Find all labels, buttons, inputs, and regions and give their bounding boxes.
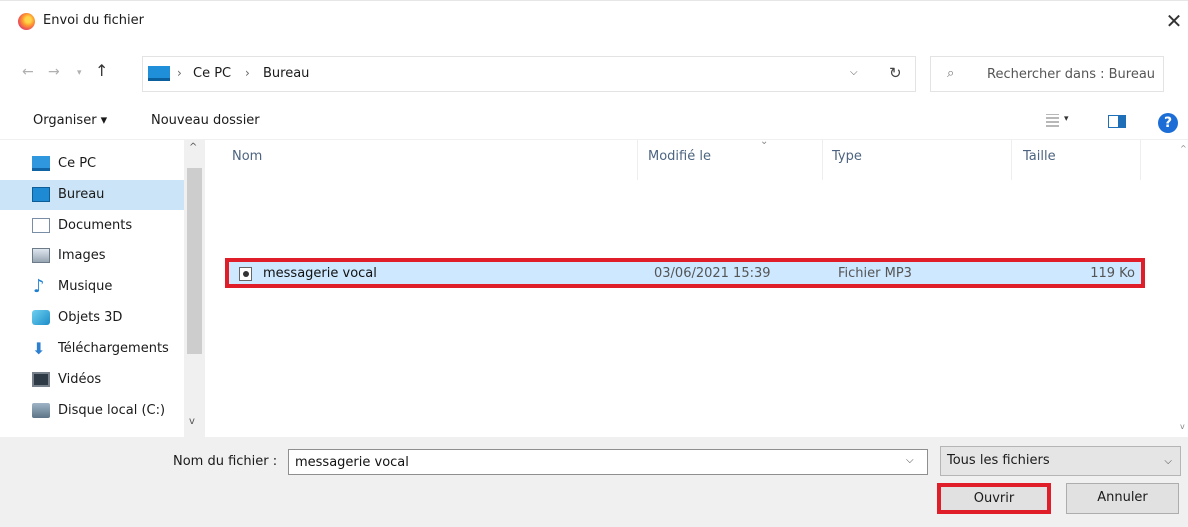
column-divider[interactable]: [1011, 140, 1012, 180]
dialog-footer: Nom du fichier : ⌵ Tous les fichiers ⌵ O…: [0, 437, 1188, 527]
search-placeholder: Rechercher dans : Bureau: [987, 67, 1156, 82]
sidebar-item-label: Disque local (C:): [58, 403, 166, 418]
column-divider[interactable]: [822, 140, 823, 180]
breadcrumb-separator: ›: [245, 66, 250, 80]
scroll-up-icon[interactable]: ^: [1180, 144, 1187, 153]
navigation-pane: Ce PC Bureau Documents Images Musique Ob…: [0, 140, 205, 437]
cancel-button[interactable]: Annuler: [1066, 483, 1179, 514]
music-icon: [32, 276, 50, 297]
scroll-down-icon[interactable]: v: [1180, 422, 1185, 431]
recent-locations-button[interactable]: ▾: [77, 68, 82, 78]
sidebar-item-videos[interactable]: Vidéos: [0, 365, 184, 395]
sidebar-item-objets-3d[interactable]: Objets 3D: [0, 303, 184, 333]
view-options-icon[interactable]: ▾: [1046, 114, 1072, 128]
file-list-scrollbar[interactable]: ^ v: [1180, 140, 1188, 437]
file-list: Nom ⌄ Modifié le Type Taille messagerie …: [205, 136, 1188, 437]
column-header-name[interactable]: Nom: [232, 149, 262, 164]
audio-file-icon: [239, 267, 252, 281]
sidebar-item-label: Téléchargements: [58, 341, 169, 356]
back-button[interactable]: ←: [22, 64, 34, 80]
filename-label: Nom du fichier :: [173, 454, 278, 469]
scrollbar-thumb[interactable]: [187, 168, 202, 354]
file-modified: 03/06/2021 15:39: [654, 266, 771, 281]
forward-button[interactable]: →: [48, 64, 60, 80]
column-header-modified[interactable]: Modifié le: [648, 149, 711, 164]
close-button[interactable]: ✕: [1160, 9, 1188, 35]
preview-pane-icon[interactable]: [1108, 115, 1126, 128]
column-header-size[interactable]: Taille: [1023, 149, 1056, 164]
search-input[interactable]: ⌕ Rechercher dans : Bureau: [930, 56, 1164, 92]
help-icon[interactable]: ?: [1158, 113, 1178, 133]
sidebar-item-label: Musique: [58, 279, 113, 294]
pc-icon: [148, 66, 170, 81]
sidebar-item-label: Ce PC: [58, 156, 97, 171]
file-type-select-value: Tous les fichiers: [947, 453, 1050, 468]
disk-icon: [32, 403, 50, 418]
scroll-down-icon[interactable]: v: [189, 416, 195, 427]
search-icon: ⌕: [947, 66, 955, 81]
sidebar-item-label: Vidéos: [58, 372, 102, 387]
command-bar: Organiser ▾ Nouveau dossier ▾ ?: [0, 104, 1188, 140]
window-title: Envoi du fichier: [43, 13, 144, 28]
sidebar-item-musique[interactable]: Musique: [0, 272, 184, 302]
column-divider[interactable]: [637, 140, 638, 180]
firefox-icon: [18, 13, 35, 30]
objects-3d-icon: [32, 310, 50, 325]
sidebar-scrollbar[interactable]: ^ v: [184, 140, 205, 437]
chevron-down-icon[interactable]: ⌵: [850, 67, 858, 78]
sidebar-item-bureau[interactable]: Bureau: [0, 180, 184, 210]
sidebar-item-label: Documents: [58, 218, 133, 233]
address-bar: ← → ▾ ↑ › Ce PC › Bureau ⌵ ↻ ⌕ Recherche…: [0, 56, 1188, 92]
table-row[interactable]: messagerie vocal 03/06/2021 15:39 Fichie…: [225, 258, 1145, 288]
breadcrumb[interactable]: › Ce PC › Bureau ⌵ ↻: [142, 56, 916, 92]
column-divider[interactable]: [1140, 140, 1141, 180]
sidebar-item-disque-local[interactable]: Disque local (C:): [0, 396, 184, 426]
refresh-icon[interactable]: ↻: [889, 64, 902, 82]
pc-icon: [32, 156, 50, 171]
sort-chevron-icon: ⌄: [760, 136, 769, 147]
file-type-select[interactable]: Tous les fichiers ⌵: [940, 446, 1181, 476]
open-button[interactable]: Ouvrir: [937, 483, 1051, 514]
new-folder-button[interactable]: Nouveau dossier: [151, 113, 260, 128]
downloads-icon: [32, 339, 50, 358]
sidebar-item-label: Bureau: [58, 187, 105, 202]
up-button[interactable]: ↑: [95, 61, 108, 80]
sidebar-item-label: Objets 3D: [58, 310, 123, 325]
sidebar-item-images[interactable]: Images: [0, 241, 184, 271]
sidebar-item-documents[interactable]: Documents: [0, 211, 184, 241]
documents-icon: [32, 218, 50, 233]
title-bar: Envoi du fichier ✕: [0, 0, 1188, 40]
organise-button[interactable]: Organiser ▾: [33, 113, 107, 128]
column-header-type[interactable]: Type: [832, 149, 862, 164]
breadcrumb-separator: ›: [177, 66, 182, 80]
chevron-down-icon: ⌵: [1164, 456, 1172, 467]
breadcrumb-item-bureau[interactable]: Bureau: [263, 66, 309, 81]
sidebar-item-telechargements[interactable]: Téléchargements: [0, 334, 184, 364]
file-name: messagerie vocal: [263, 266, 377, 281]
file-type: Fichier MP3: [838, 266, 912, 281]
scroll-up-icon[interactable]: ^: [189, 142, 197, 153]
desktop-icon: [32, 187, 50, 202]
file-size: 119 Ko: [1090, 266, 1135, 281]
images-icon: [32, 248, 50, 263]
sidebar-item-ce-pc[interactable]: Ce PC: [0, 149, 184, 179]
sidebar-item-label: Images: [58, 248, 106, 263]
videos-icon: [32, 372, 50, 387]
breadcrumb-item-ce-pc[interactable]: Ce PC: [193, 66, 231, 81]
filename-field[interactable]: [288, 449, 928, 475]
